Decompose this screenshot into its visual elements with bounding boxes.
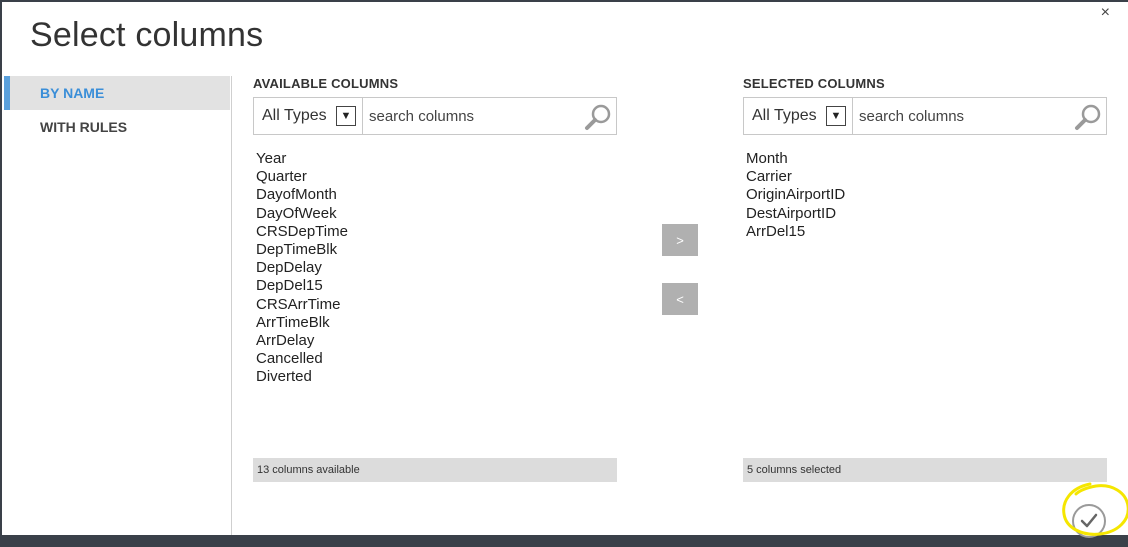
column-list-item[interactable]: DayOfWeek [256, 205, 617, 223]
available-columns-panel: AVAILABLE COLUMNS All Types ▼ YearQuarte… [253, 76, 617, 482]
column-list-item[interactable]: Quarter [256, 168, 617, 186]
column-list-item[interactable]: Year [256, 150, 617, 168]
close-icon[interactable]: × [1101, 4, 1110, 22]
available-columns-heading: AVAILABLE COLUMNS [253, 76, 399, 91]
available-status-bar: 13 columns available [253, 458, 617, 482]
column-list-item[interactable]: ArrDelay [256, 332, 617, 350]
search-icon[interactable] [584, 103, 612, 131]
column-list-item[interactable]: DepDelay [256, 259, 617, 277]
selected-columns-heading: SELECTED COLUMNS [743, 76, 885, 91]
nav-item-with-rules[interactable]: WITH RULES [4, 110, 230, 144]
column-list-item[interactable]: DepTimeBlk [256, 241, 617, 259]
chevron-down-icon[interactable]: ▼ [336, 106, 356, 126]
nav-item-by-name[interactable]: BY NAME [4, 76, 230, 110]
add-column-button[interactable]: > [662, 224, 698, 256]
selected-type-select[interactable]: All Types ▼ [743, 97, 853, 135]
column-list-item[interactable]: Cancelled [256, 350, 617, 368]
column-list-item[interactable]: DepDel15 [256, 277, 617, 295]
selected-search-input[interactable] [853, 100, 1071, 132]
column-list-item[interactable]: DayofMonth [256, 186, 617, 204]
column-list-item[interactable]: DestAirportID [746, 205, 1107, 223]
checkmark-icon [1080, 513, 1098, 528]
chevron-down-icon[interactable]: ▼ [826, 106, 846, 126]
selected-filter-row: All Types ▼ [743, 97, 1107, 135]
nav-divider [231, 76, 232, 535]
selected-type-value: All Types [752, 107, 817, 124]
dialog-title: Select columns [30, 16, 264, 54]
column-list-item[interactable]: CRSArrTime [256, 296, 617, 314]
column-list-item[interactable]: CRSDepTime [256, 223, 617, 241]
available-filter-row: All Types ▼ [253, 97, 617, 135]
column-list-item[interactable]: ArrTimeBlk [256, 314, 617, 332]
selected-columns-panel: SELECTED COLUMNS All Types ▼ MonthCarrie… [743, 76, 1107, 482]
selected-columns-list: Month Carrier OriginAirportID DestAirportID… [743, 150, 1107, 440]
available-search-input[interactable] [363, 100, 581, 132]
selection-mode-nav: BY NAME WITH RULES [4, 76, 230, 144]
select-columns-dialog: Select columns × BY NAME WITH RULES AVAI… [2, 2, 1128, 538]
available-type-value: All Types [262, 107, 327, 124]
available-columns-list: Year Quarter DayofMonth DayOfWeek CRSDepTime… [253, 150, 617, 440]
column-list-item[interactable]: Diverted [256, 368, 617, 386]
remove-column-button[interactable]: < [662, 283, 698, 315]
column-list-item[interactable]: Carrier [746, 168, 1107, 186]
search-icon[interactable] [1074, 103, 1102, 131]
available-search-box [363, 97, 617, 135]
selected-search-box [853, 97, 1107, 135]
column-list-item[interactable]: ArrDel15 [746, 223, 1107, 241]
available-type-select[interactable]: All Types ▼ [253, 97, 363, 135]
confirm-button[interactable] [1072, 504, 1106, 538]
column-list-item[interactable]: Month [746, 150, 1107, 168]
column-list-item[interactable]: OriginAirportID [746, 186, 1107, 204]
selected-status-bar: 5 columns selected [743, 458, 1107, 482]
